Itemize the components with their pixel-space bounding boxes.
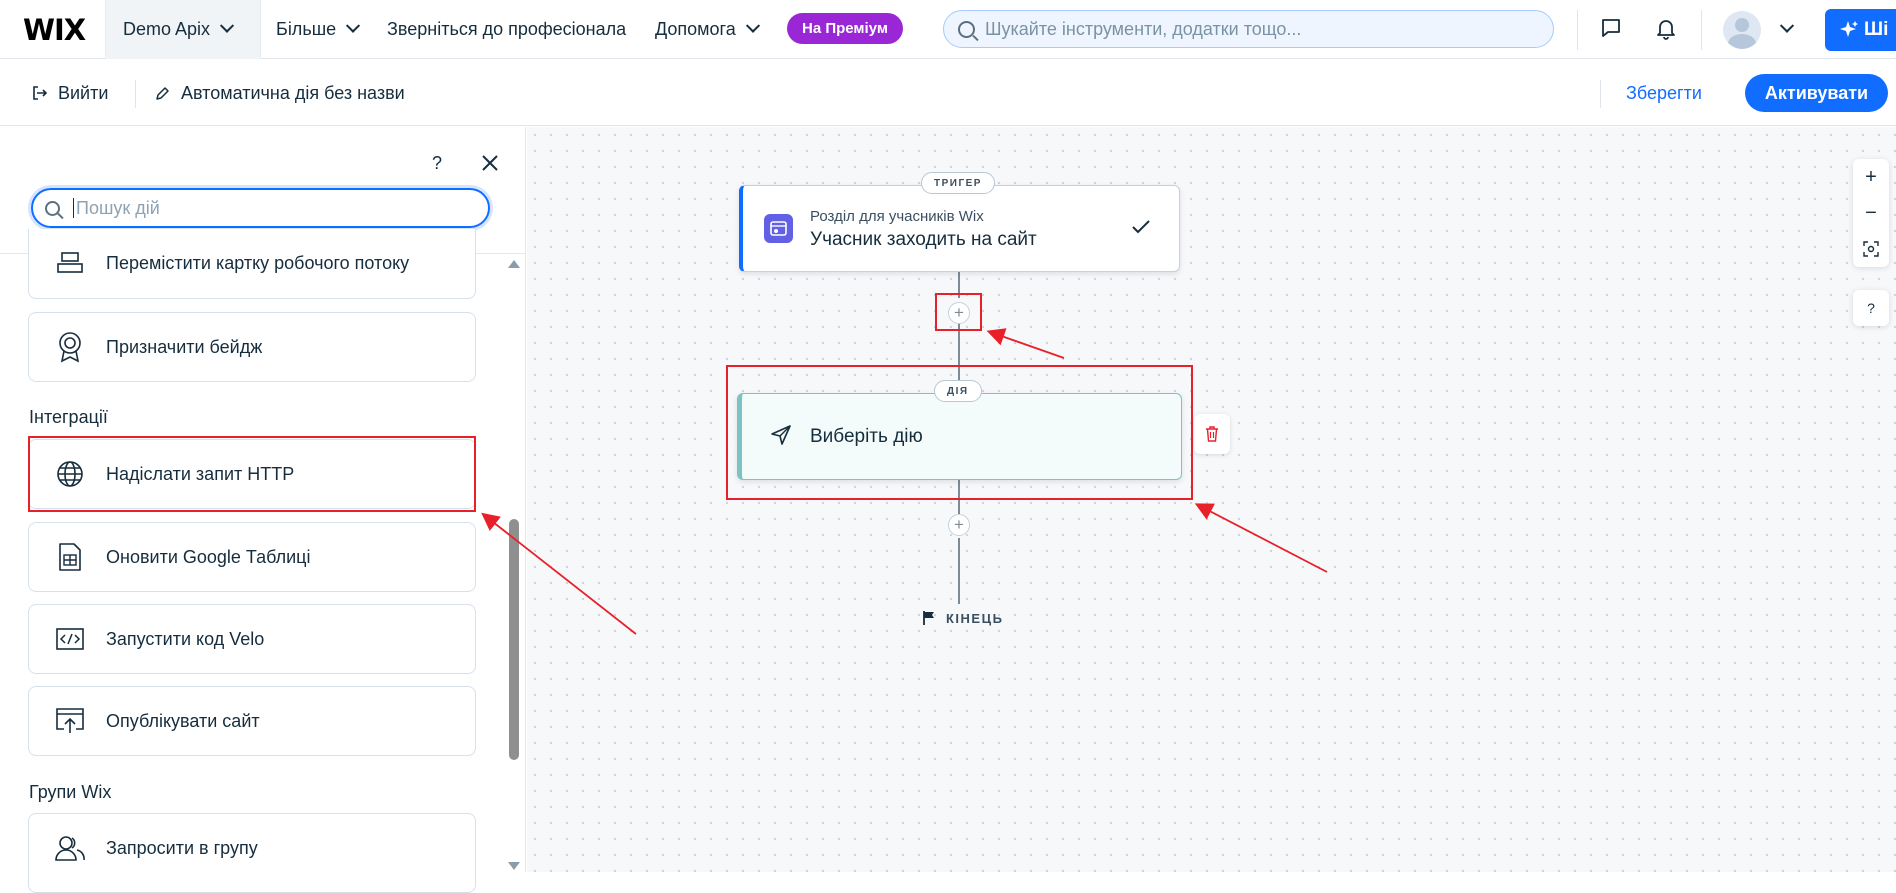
- action-update-google-sheets[interactable]: Оновити Google Таблиці: [28, 522, 476, 592]
- highlight-action-node: [726, 365, 1193, 500]
- toolbar-divider: [1600, 80, 1601, 108]
- scroll-up-arrow[interactable]: [508, 260, 520, 268]
- trash-icon: [1206, 426, 1218, 442]
- action-label: Опублікувати сайт: [106, 710, 260, 731]
- ai-assistant-label: Ші: [1864, 19, 1889, 40]
- avatar[interactable]: [1723, 11, 1761, 49]
- ai-assistant-button[interactable]: Ші: [1825, 9, 1896, 51]
- action-label: Запросити в групу: [106, 837, 258, 858]
- automation-toolbar: Вийти Автоматична дія без назви Зберегти…: [0, 60, 1896, 126]
- zoom-controls: + −: [1853, 159, 1889, 267]
- fit-to-screen-button[interactable]: [1853, 231, 1889, 267]
- automation-name-editor[interactable]: Автоматична дія без назви: [155, 60, 405, 126]
- action-assign-badge[interactable]: Призначити бейдж: [28, 312, 476, 382]
- trigger-app-name: Розділ для учасників Wix: [810, 208, 984, 225]
- add-step-button[interactable]: +: [948, 514, 970, 536]
- canvas-help-button[interactable]: ?: [1853, 290, 1889, 326]
- search-icon: [45, 200, 60, 216]
- global-search-input[interactable]: Шукайте інструменти, додатки тощо...: [943, 10, 1554, 48]
- topbar-divider: [1577, 10, 1578, 50]
- badge-icon: [54, 331, 86, 363]
- code-icon: [54, 623, 86, 655]
- pencil-icon: [156, 86, 169, 100]
- scrollbar-thumb[interactable]: [509, 519, 519, 760]
- highlight-add-step: [935, 293, 982, 331]
- global-search-placeholder: Шукайте інструменти, додатки тощо...: [985, 18, 1302, 39]
- publish-icon: [54, 705, 86, 737]
- workflow-card-icon: [54, 248, 86, 280]
- fit-screen-icon: [1863, 241, 1879, 257]
- topbar-divider: [1701, 10, 1702, 50]
- check-icon: [1132, 220, 1150, 234]
- bell-icon[interactable]: [1655, 17, 1677, 41]
- zoom-out-button[interactable]: −: [1853, 195, 1889, 231]
- nav-help[interactable]: Допомога: [655, 0, 760, 59]
- members-area-app-icon: [764, 214, 793, 243]
- top-bar: WIX Demo Apix Більше Зверніться до профе…: [0, 0, 1896, 59]
- flag-icon: [923, 611, 934, 625]
- trigger-title: Учасник заходить на сайт: [810, 229, 1037, 250]
- text-caret: [73, 198, 74, 218]
- search-icon: [958, 20, 975, 38]
- toolbar-divider: [135, 80, 136, 108]
- nav-more[interactable]: Більше: [276, 0, 361, 59]
- zoom-in-button[interactable]: +: [1853, 159, 1889, 195]
- trigger-badge: ТРИГЕР: [921, 172, 995, 194]
- site-selector[interactable]: Demo Apix: [105, 0, 261, 59]
- upgrade-premium-button[interactable]: На Преміум: [787, 13, 903, 44]
- nav-hire-professional[interactable]: Зверніться до професіонала: [387, 0, 626, 59]
- delete-step-button[interactable]: [1194, 414, 1230, 454]
- highlight-http-request: [28, 436, 476, 512]
- action-search-placeholder: Пошук дій: [76, 197, 160, 218]
- chevron-down-icon: [745, 18, 760, 33]
- nav-more-label: Більше: [276, 19, 337, 39]
- exit-label: Вийти: [58, 82, 109, 103]
- chat-icon[interactable]: [1600, 17, 1622, 39]
- site-name: Demo Apix: [123, 19, 211, 39]
- close-icon[interactable]: [481, 154, 499, 172]
- save-button[interactable]: Зберегти: [1626, 60, 1702, 126]
- nav-help-label: Допомога: [655, 19, 736, 39]
- action-label: Запустити код Velo: [106, 628, 265, 649]
- group-icon: [54, 832, 86, 864]
- flow-connector: [958, 538, 960, 604]
- action-search-input[interactable]: Пошук дій: [31, 188, 490, 228]
- sparkle-icon: [1840, 21, 1858, 37]
- flow-end-label: КІНЕЦЬ: [946, 610, 1004, 626]
- flow-end: КІНЕЦЬ: [922, 610, 1003, 626]
- automation-name: Автоматична дія без назви: [181, 82, 405, 103]
- action-run-velo-code[interactable]: Запустити код Velo: [28, 604, 476, 674]
- wix-logo[interactable]: WIX: [23, 13, 86, 47]
- chevron-down-icon[interactable]: [1779, 18, 1795, 33]
- help-icon[interactable]: ?: [432, 153, 442, 174]
- section-wix-groups: Групи Wix: [29, 782, 112, 802]
- action-label: Оновити Google Таблиці: [106, 546, 311, 567]
- action-publish-site[interactable]: Опублікувати сайт: [28, 686, 476, 756]
- action-label: Призначити бейдж: [106, 336, 263, 357]
- spreadsheet-icon: [54, 541, 86, 573]
- action-move-workflow-card[interactable]: Перемістити картку робочого потоку: [28, 229, 476, 299]
- action-label: Перемістити картку робочого потоку: [106, 253, 410, 273]
- section-integrations: Інтеграції: [29, 407, 108, 427]
- exit-icon: [33, 86, 48, 100]
- scroll-down-arrow[interactable]: [508, 862, 520, 870]
- chevron-down-icon: [219, 18, 235, 33]
- exit-button[interactable]: Вийти: [32, 60, 108, 126]
- action-invite-to-group[interactable]: Запросити в групу: [28, 813, 476, 893]
- activate-button[interactable]: Активувати: [1745, 74, 1888, 112]
- nav-hire-professional-label: Зверніться до професіонала: [387, 19, 627, 39]
- chevron-down-icon: [346, 18, 361, 33]
